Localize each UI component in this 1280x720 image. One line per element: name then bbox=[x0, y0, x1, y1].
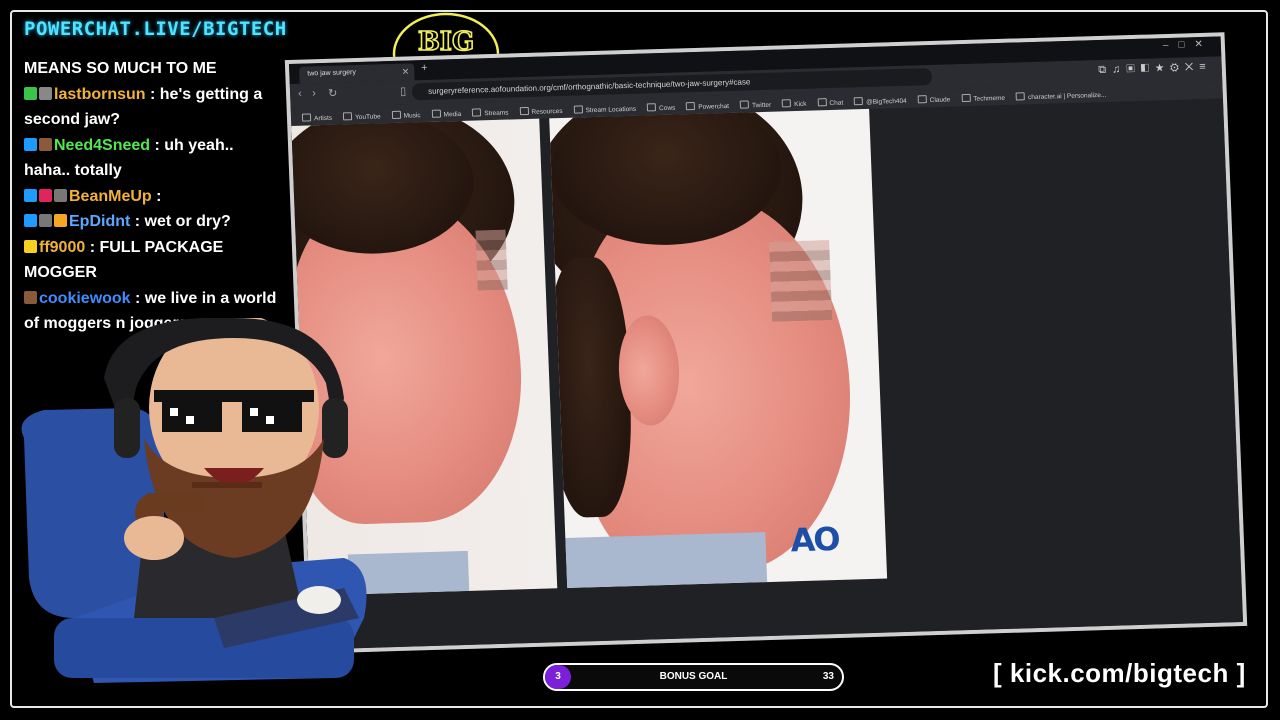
chat-text: MEANS SO MUCH TO ME bbox=[24, 60, 217, 77]
chat-badge-icon bbox=[24, 188, 37, 202]
folder-icon bbox=[686, 102, 696, 111]
chat-feed: MEANS SO MUCH TO ME lastbornsun : he's ge… bbox=[24, 56, 282, 337]
bookmark-label: Claude bbox=[929, 96, 951, 105]
folder-icon bbox=[817, 98, 827, 107]
folder-icon bbox=[781, 99, 792, 108]
forward-icon[interactable]: › bbox=[312, 87, 316, 99]
bookmark-label: Media bbox=[443, 110, 462, 119]
svg-text:BIG: BIG bbox=[418, 27, 474, 57]
kick-url: [ kick.com/bigtech ] bbox=[993, 658, 1246, 688]
chat-badge-icon bbox=[24, 214, 37, 227]
bookmark-label: Streams bbox=[484, 109, 509, 118]
folder-icon bbox=[961, 93, 971, 103]
tab-title: two jaw surgery bbox=[307, 69, 357, 78]
folder-icon bbox=[519, 106, 529, 116]
extension-icons[interactable]: ⧉♫▣◧★⚙✕≡ bbox=[1098, 61, 1212, 77]
browser-window: two jaw surgery ✕ + –□✕ ‹ › ↻ ▯ surgeryr… bbox=[284, 32, 1248, 654]
bookmark-label: Chat bbox=[829, 99, 844, 108]
folder-icon bbox=[391, 110, 401, 120]
chat-text: : wet or dry? bbox=[130, 213, 231, 230]
bookmark-label: Kick bbox=[794, 100, 807, 109]
chat-username[interactable]: cookiewook bbox=[39, 290, 131, 307]
bonus-goal-count: 33 bbox=[822, 671, 834, 682]
folder-icon bbox=[739, 100, 750, 109]
new-tab-icon[interactable]: + bbox=[421, 62, 428, 74]
after-photo: AO bbox=[549, 108, 888, 588]
chat-message: BeanMeUp : bbox=[24, 184, 282, 210]
face-blur bbox=[769, 240, 833, 322]
chat-badge-icon bbox=[54, 214, 67, 227]
chat-message: lastbornsun : he's getting a second jaw? bbox=[24, 82, 282, 133]
bookmark-label: Techmeme bbox=[973, 94, 1006, 103]
chat-message: Need4Sneed : uh yeah.. haha.. totally bbox=[24, 133, 282, 184]
chat-username[interactable]: lastbornsun bbox=[54, 86, 146, 103]
chat-username[interactable]: Need4Sneed bbox=[54, 137, 150, 154]
bookmark-label: Music bbox=[403, 112, 421, 120]
ao-watermark: AO bbox=[789, 519, 840, 560]
bonus-goal-bar: 3 BONUS GOAL 33 bbox=[543, 663, 844, 691]
bookmark-label: Artists bbox=[313, 114, 333, 123]
chat-message: ff9000 : FULL PACKAGE MOGGER bbox=[24, 235, 282, 286]
folder-icon bbox=[917, 95, 927, 104]
chat-text: : bbox=[151, 187, 162, 205]
chat-badge-icon bbox=[39, 86, 52, 100]
streamer-avatar bbox=[21, 318, 367, 683]
folder-icon bbox=[431, 109, 441, 118]
chat-message: MEANS SO MUCH TO ME bbox=[24, 56, 282, 82]
folder-icon bbox=[573, 105, 583, 114]
folder-icon bbox=[853, 97, 864, 106]
bonus-goal-label: BONUS GOAL bbox=[659, 671, 728, 682]
folder-icon bbox=[1015, 92, 1026, 101]
bookmark-label: YouTube bbox=[354, 113, 381, 122]
chat-username[interactable]: ff9000 bbox=[39, 239, 85, 256]
chat-badge-icon bbox=[54, 188, 67, 202]
bookmark-label: Stream Locations bbox=[585, 105, 637, 115]
chat-badge-icon bbox=[24, 86, 37, 100]
chat-message: EpDidnt : wet or dry? bbox=[24, 209, 282, 235]
chat-badge-icon bbox=[39, 137, 52, 151]
window-controls[interactable]: –□✕ bbox=[1163, 39, 1213, 51]
bookmark-label: character.ai | Personalize... bbox=[1027, 91, 1107, 102]
chat-badge-icon bbox=[39, 188, 52, 202]
bookmark-label: Twitter bbox=[751, 101, 772, 110]
chat-badge-icon bbox=[24, 290, 37, 304]
bookmark-icon[interactable]: ▯ bbox=[400, 85, 407, 98]
chat-username[interactable]: BeanMeUp bbox=[69, 188, 152, 205]
url-text: surgeryreference.aofoundation.org/cmf/or… bbox=[427, 77, 751, 96]
chat-badge-icon bbox=[24, 137, 37, 151]
folder-icon bbox=[646, 103, 657, 112]
folder-icon bbox=[301, 113, 312, 122]
bookmark-label: @BigTech404 bbox=[866, 97, 907, 106]
chat-badge-icon bbox=[39, 214, 52, 227]
page-content: AO bbox=[291, 98, 1244, 650]
close-icon[interactable]: ✕ bbox=[401, 63, 410, 79]
bookmark-label: Resources bbox=[531, 107, 563, 116]
bookmark-label: Cows bbox=[658, 104, 676, 113]
folder-icon bbox=[472, 108, 482, 117]
chat-badge-icon bbox=[24, 239, 37, 253]
reload-icon[interactable]: ↻ bbox=[328, 87, 338, 100]
chat-username[interactable]: EpDidnt bbox=[69, 213, 130, 230]
bookmark-label: Powerchat bbox=[698, 103, 730, 111]
site-banner: POWERCHAT.LIVE/BIGTECH bbox=[24, 18, 287, 40]
folder-icon bbox=[342, 112, 353, 121]
face-blur bbox=[475, 229, 508, 291]
back-icon[interactable]: ‹ bbox=[298, 88, 302, 100]
